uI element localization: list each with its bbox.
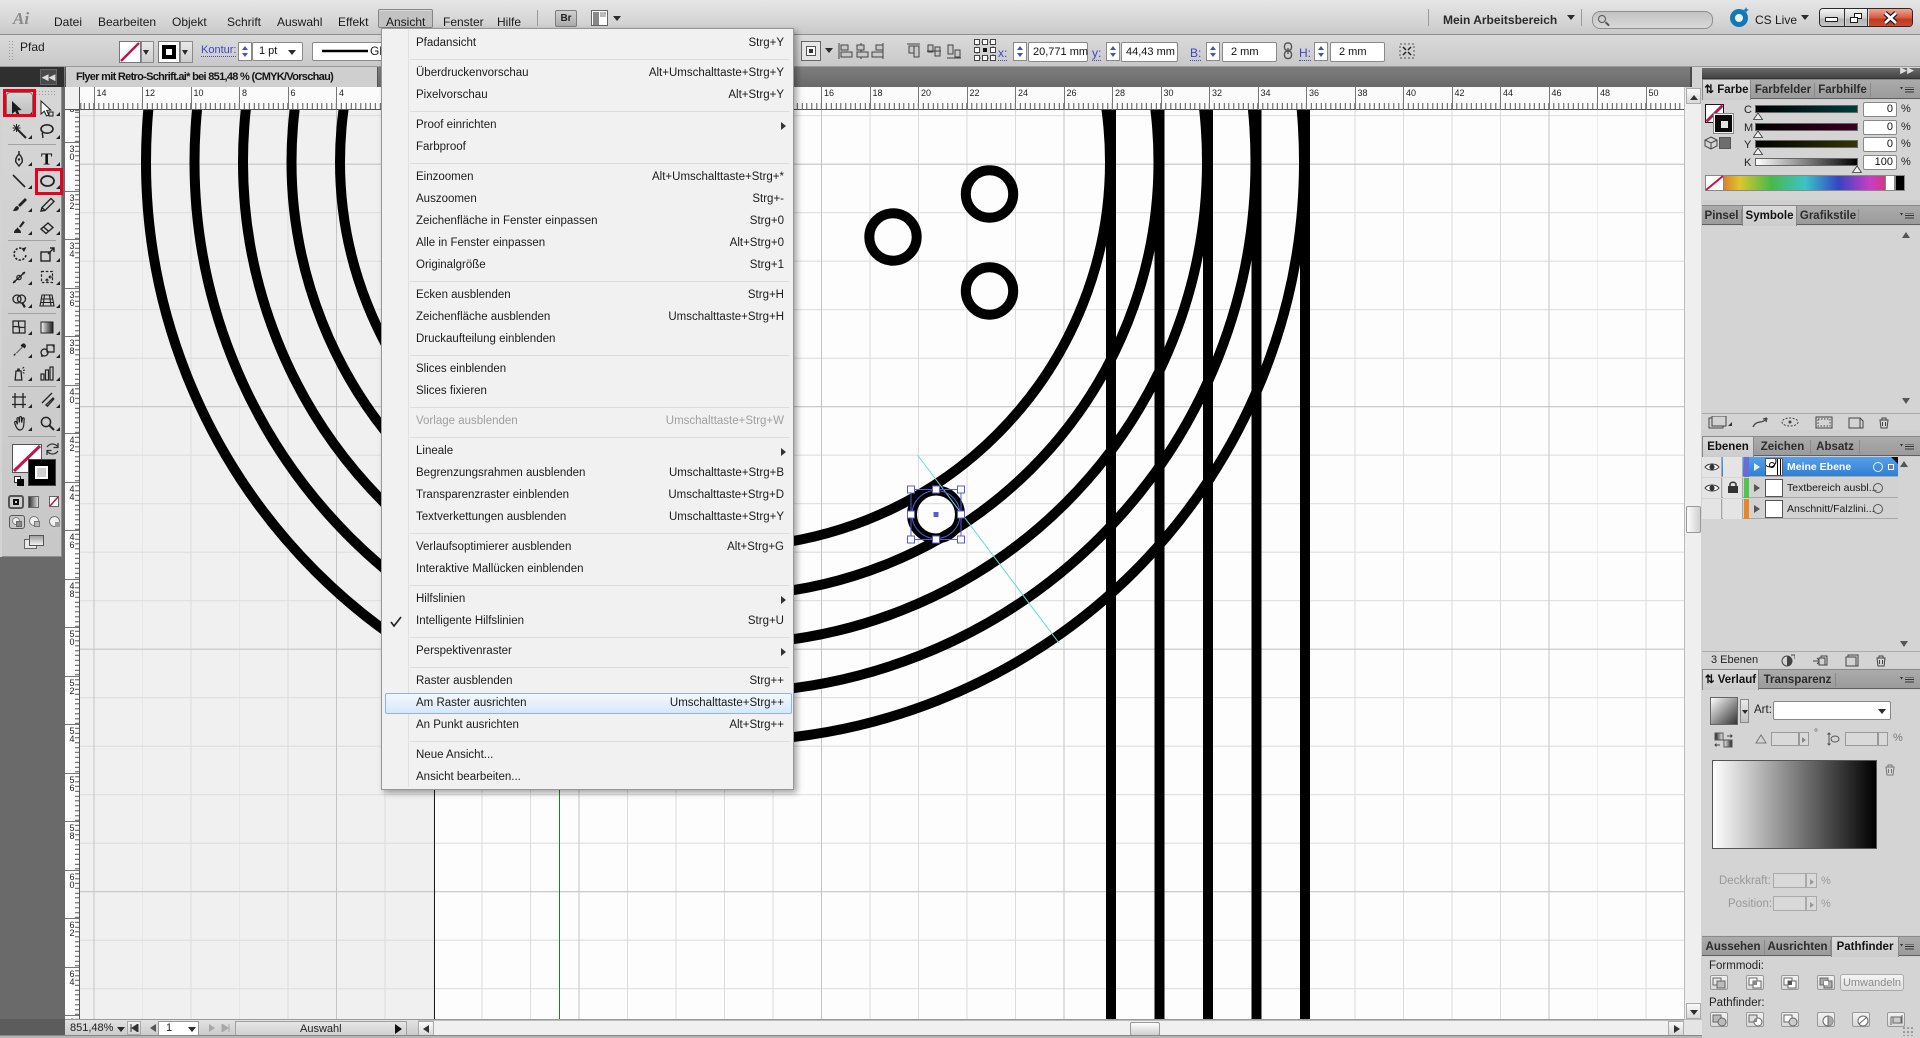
svg-text:T: T — [41, 150, 53, 169]
